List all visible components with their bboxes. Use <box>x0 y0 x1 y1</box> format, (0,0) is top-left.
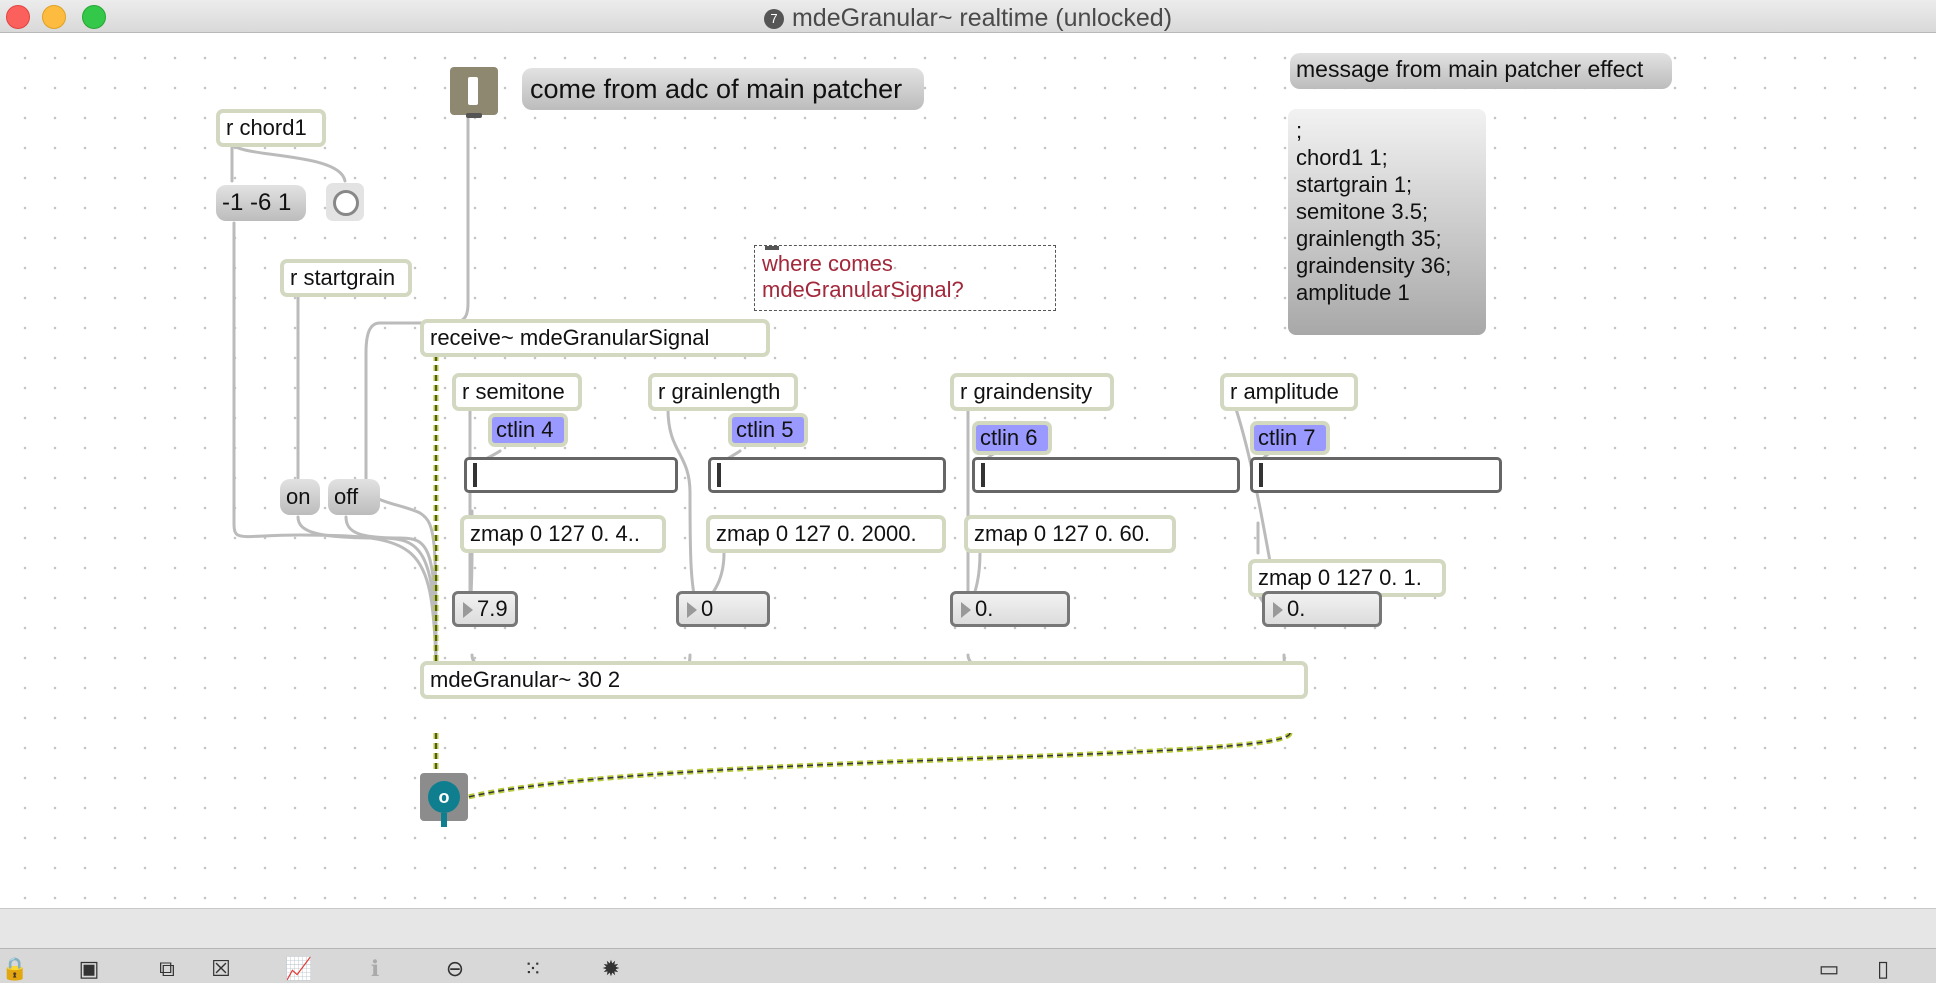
ctlin-7-object[interactable]: ctlin 7 <box>1250 421 1330 455</box>
right-panel-icon[interactable]: ▯ <box>1868 955 1898 983</box>
graindensity-slider[interactable] <box>972 457 1240 493</box>
comment-adc: come from adc of main patcher <box>522 68 924 110</box>
cord-grainlength-to-num <box>666 407 702 620</box>
grainlength-slider[interactable] <box>708 457 946 493</box>
lock-icon[interactable]: 🔒 <box>0 955 30 983</box>
slider-knob[interactable] <box>981 463 985 487</box>
effect-message-box[interactable]: ; chord1 1; startgrain 1; semitone 3.5; … <box>1288 109 1486 335</box>
window-title-container: 7 mdeGranular~ realtime (unlocked) <box>0 4 1936 33</box>
receive-signal-object[interactable]: receive~ mdeGranularSignal <box>420 319 770 357</box>
mdegranular-object[interactable]: mdeGranular~ 30 2 <box>420 661 1308 699</box>
semitone-slider[interactable] <box>464 457 678 493</box>
outlet-object[interactable]: o <box>420 773 468 827</box>
ctlin-4-object[interactable]: ctlin 4 <box>488 413 568 447</box>
zmap-grainlength-object[interactable]: zmap 0 127 0. 2000. <box>706 515 946 553</box>
window-title: mdeGranular~ realtime (unlocked) <box>791 4 1173 32</box>
ctlin-5-object[interactable]: ctlin 5 <box>728 413 808 447</box>
snippets-icon[interactable]: ✹ <box>596 955 626 983</box>
r-semitone-object[interactable]: r semitone <box>452 373 582 411</box>
mixer-icon[interactable]: ⊖ <box>440 955 470 983</box>
r-grainlength-object[interactable]: r grainlength <box>648 373 798 411</box>
effect-msg-line: grainlength 35; <box>1296 226 1442 251</box>
zmap-graindensity-object[interactable]: zmap 0 127 0. 60. <box>964 515 1176 553</box>
semitone-number-value: 7.9 <box>477 596 508 621</box>
slider-knob[interactable] <box>473 463 477 487</box>
effect-msg-line: startgrain 1; <box>1296 172 1413 197</box>
semitone-number-box[interactable]: 7.9 <box>452 591 518 627</box>
inlet-object[interactable] <box>450 67 498 118</box>
bottom-toolbar: 🔒 ▣ ⧉ ☒ 📈 ℹ ⊖ ⁙ ✹ ▭ ▯ <box>0 948 1936 983</box>
debug-icon[interactable]: 📈 <box>284 955 314 983</box>
inlet-arrow-icon <box>468 77 478 105</box>
number-triangle-icon <box>463 602 473 618</box>
bang-button[interactable] <box>326 183 364 221</box>
outlet[interactable] <box>466 113 482 118</box>
presentation-icon[interactable]: ⧉ <box>152 955 182 983</box>
r-startgrain-object[interactable]: r startgrain <box>280 259 412 297</box>
outlet-stem-icon <box>441 813 447 827</box>
grainlength-number-box[interactable]: 0 <box>676 591 770 627</box>
ctlin-6-object[interactable]: ctlin 6 <box>972 421 1052 455</box>
chord-message[interactable]: -1 -6 1 <box>216 185 306 221</box>
question-comment-line2: mdeGranularSignal? <box>762 277 964 302</box>
number-triangle-icon <box>1273 602 1283 618</box>
signal-cord-granular-right-to-dac <box>445 730 1293 806</box>
left-panel-icon[interactable]: ▭ <box>1814 955 1844 983</box>
window-titlebar: 7 mdeGranular~ realtime (unlocked) <box>0 0 1936 33</box>
r-graindensity-object[interactable]: r graindensity <box>950 373 1114 411</box>
patch-cords <box>230 111 1293 806</box>
question-comment-line1: where comes <box>762 251 893 276</box>
r-amplitude-object[interactable]: r amplitude <box>1220 373 1358 411</box>
number-triangle-icon <box>687 602 697 618</box>
amplitude-slider[interactable] <box>1250 457 1502 493</box>
close-patcher-icon[interactable]: ☒ <box>206 955 236 983</box>
outlet-o-icon: o <box>428 781 460 813</box>
on-message[interactable]: on <box>280 479 320 515</box>
amplitude-number-box[interactable]: 0. <box>1262 591 1382 627</box>
patcher-canvas[interactable]: come from adc of main patcher message fr… <box>0 33 1936 907</box>
info-icon[interactable]: ℹ <box>360 955 390 983</box>
r-chord1-object[interactable]: r chord1 <box>216 109 326 147</box>
max-document-icon: 7 <box>763 9 784 29</box>
effect-msg-line: chord1 1; <box>1296 145 1388 170</box>
zmap-semitone-object[interactable]: zmap 0 127 0. 4.. <box>460 515 666 553</box>
effect-msg-line: graindensity 36; <box>1296 253 1452 278</box>
comment-main-effect: message from main patcher effect <box>1290 53 1672 89</box>
number-triangle-icon <box>961 602 971 618</box>
slider-knob[interactable] <box>717 463 721 487</box>
slider-knob[interactable] <box>1259 463 1263 487</box>
new-object-icon[interactable]: ▣ <box>74 955 104 983</box>
graindensity-number-box[interactable]: 0. <box>950 591 1070 627</box>
status-bar <box>0 908 1936 949</box>
effect-msg-line: ; <box>1296 118 1303 143</box>
comment-handle <box>765 246 779 250</box>
off-message[interactable]: off <box>328 479 380 515</box>
cord-chord1-to-toggle <box>230 143 347 183</box>
effect-msg-line: semitone 3.5; <box>1296 199 1429 224</box>
grainlength-number-value: 0 <box>701 596 714 621</box>
grid-icon[interactable]: ⁙ <box>518 955 548 983</box>
amplitude-number-value: 0. <box>1287 596 1306 621</box>
bang-circle-icon <box>333 190 359 216</box>
graindensity-number-value: 0. <box>975 596 994 621</box>
effect-msg-line: amplitude 1 <box>1296 280 1410 305</box>
